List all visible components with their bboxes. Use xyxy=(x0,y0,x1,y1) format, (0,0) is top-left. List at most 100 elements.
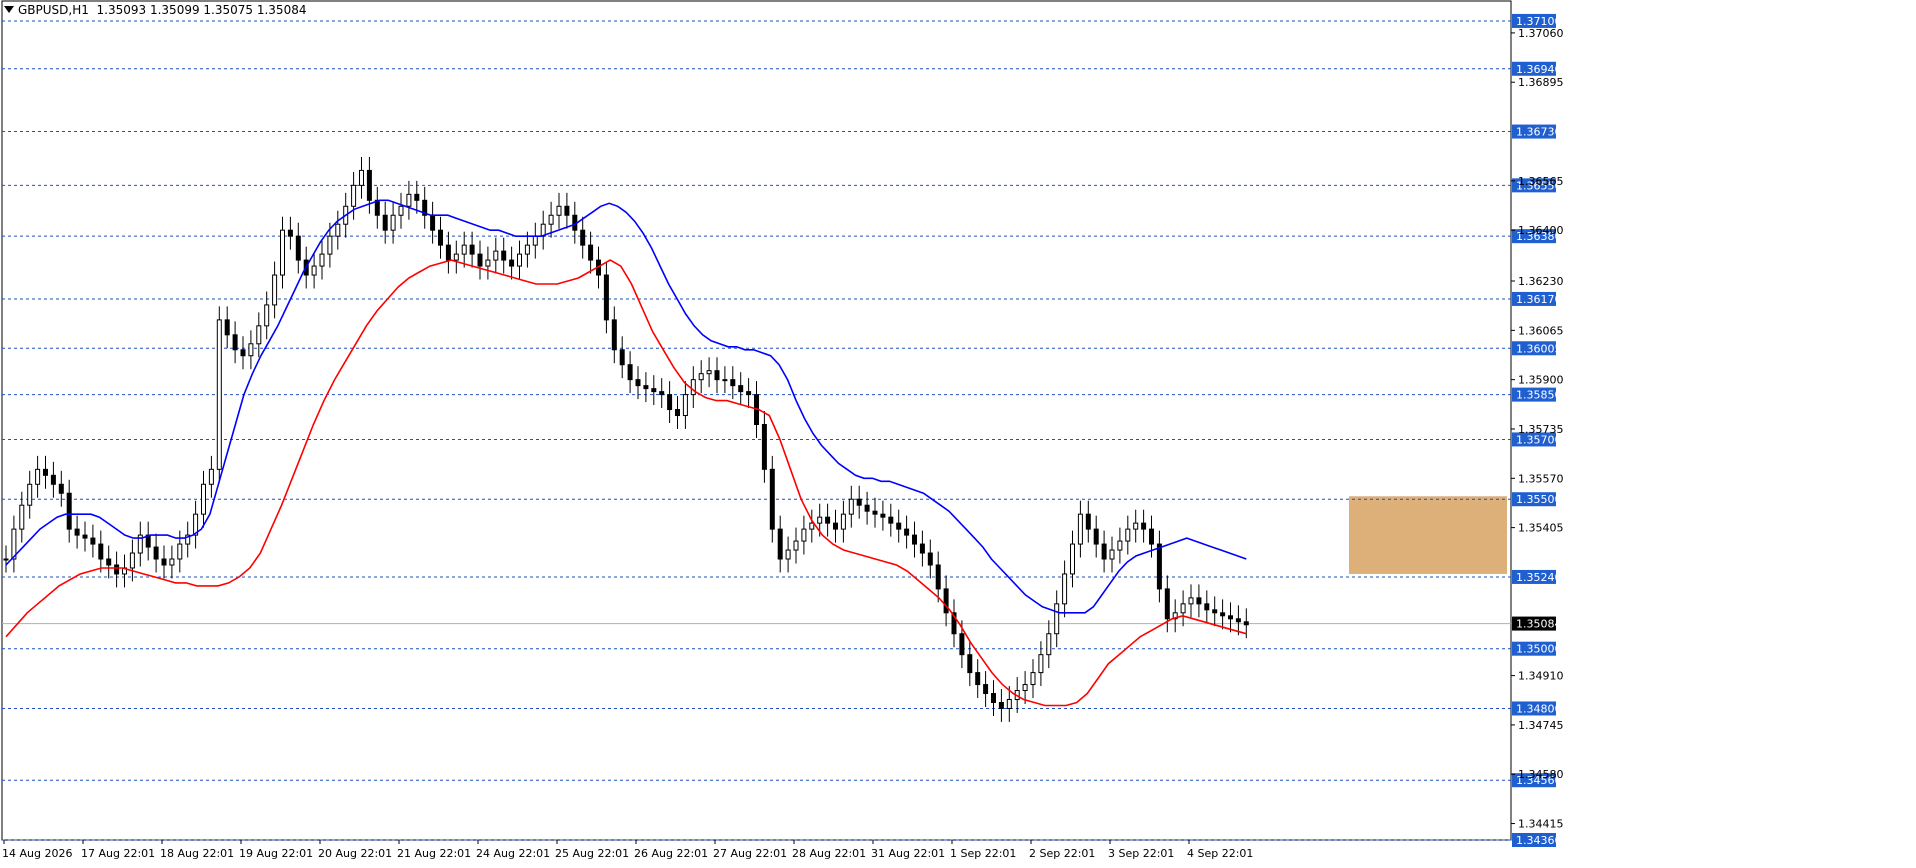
candle-body xyxy=(1046,633,1052,656)
candle-body xyxy=(280,229,285,276)
candle-body xyxy=(3,558,9,561)
candle-body xyxy=(1156,543,1162,590)
price-chart[interactable]: 1.371001.369401.367301.365501.363801.361… xyxy=(0,0,1916,868)
candle-body xyxy=(1109,549,1115,560)
candle-body xyxy=(1180,603,1186,614)
candle-body xyxy=(1133,522,1139,530)
y-tick-label: 1.35735 xyxy=(1518,423,1564,436)
candle-body xyxy=(390,214,396,231)
candle-body xyxy=(1196,597,1202,605)
candle-body xyxy=(524,244,530,255)
candle-body xyxy=(430,214,436,231)
candle-body xyxy=(43,468,48,476)
current-price-label: 1.35084 xyxy=(1516,618,1562,631)
candle-body xyxy=(398,205,404,216)
candle-body xyxy=(580,229,586,246)
y-tick-label: 1.37060 xyxy=(1518,27,1564,40)
candle-body xyxy=(66,492,72,530)
level-label: 1.34800 xyxy=(1516,702,1562,715)
y-tick-label: 1.34580 xyxy=(1518,768,1564,781)
y-tick-label: 1.36230 xyxy=(1518,275,1564,288)
candle-body xyxy=(374,199,380,216)
y-tick-label: 1.36065 xyxy=(1518,324,1564,337)
ma-fast-line xyxy=(5,199,1247,614)
candle-body xyxy=(1038,654,1044,674)
level-label: 1.35500 xyxy=(1516,493,1562,506)
candle-body xyxy=(366,169,372,201)
candle-body xyxy=(912,534,917,545)
y-tick-label: 1.35405 xyxy=(1518,522,1564,535)
candle-body xyxy=(722,379,728,382)
x-tick-label: 31 Aug 22:01 xyxy=(871,847,945,860)
candle-body xyxy=(35,468,41,485)
candle-body xyxy=(1220,612,1226,617)
candle-body xyxy=(1204,603,1210,611)
candle-body xyxy=(856,498,862,506)
candle-body xyxy=(564,205,570,216)
candle-body xyxy=(1093,528,1099,545)
candle-body xyxy=(1101,543,1107,560)
candle-body xyxy=(453,253,459,261)
candle-body xyxy=(1188,597,1194,605)
candle-body xyxy=(864,504,870,512)
candle-body xyxy=(603,274,609,321)
candle-body xyxy=(643,385,649,390)
candle-body xyxy=(690,379,696,396)
candle-body xyxy=(1212,609,1218,614)
candle-body xyxy=(240,349,246,357)
level-label: 1.36170 xyxy=(1516,293,1562,306)
supply-zone xyxy=(1349,496,1507,574)
candle-body xyxy=(975,672,981,686)
candle-body xyxy=(517,253,522,267)
candle-body xyxy=(998,701,1004,709)
candle-body xyxy=(532,235,538,246)
level-label: 1.34360 xyxy=(1516,834,1562,847)
candle-body xyxy=(27,483,33,506)
candle-body xyxy=(359,169,364,186)
candle-body xyxy=(627,364,633,381)
candle-body xyxy=(445,244,451,261)
chart-area[interactable]: GBPUSD,H1 1.35093 1.35099 1.35075 1.3508… xyxy=(0,0,1916,868)
x-tick-label: 27 Aug 22:01 xyxy=(713,847,787,860)
candle-body xyxy=(493,250,499,261)
candle-body xyxy=(248,343,254,357)
candle-body xyxy=(461,244,467,255)
candle-body xyxy=(1022,684,1028,692)
candle-body xyxy=(793,540,799,551)
y-tick-label: 1.36400 xyxy=(1518,224,1564,237)
candle-body xyxy=(169,558,175,566)
candle-body xyxy=(904,528,910,536)
candle-body xyxy=(106,558,112,566)
candle-body xyxy=(1149,528,1154,545)
candle-body xyxy=(1054,603,1060,635)
y-tick-label: 1.36565 xyxy=(1518,175,1564,188)
candle-body xyxy=(833,522,838,530)
candle-body xyxy=(382,214,388,231)
level-label: 1.35850 xyxy=(1516,389,1562,402)
candle-body xyxy=(991,693,996,703)
candle-body xyxy=(840,513,846,530)
candle-body xyxy=(919,543,925,554)
candle-body xyxy=(927,552,933,566)
candle-body xyxy=(469,244,475,255)
candle-body xyxy=(161,558,167,566)
y-tick-label: 1.36895 xyxy=(1518,76,1564,89)
candle-body xyxy=(769,468,775,530)
candle-body xyxy=(1235,618,1241,623)
x-tick-label: 26 Aug 22:01 xyxy=(634,847,708,860)
candle-body xyxy=(635,379,641,387)
candle-body xyxy=(809,522,815,530)
candle-body xyxy=(983,684,989,695)
candle-body xyxy=(738,385,744,393)
candle-body xyxy=(777,528,783,560)
x-tick-label: 17 Aug 22:01 xyxy=(81,847,155,860)
candle-body xyxy=(82,534,88,539)
candle-body xyxy=(698,373,704,381)
x-tick-label: 18 Aug 22:01 xyxy=(160,847,234,860)
candle-body xyxy=(351,184,357,207)
candle-body xyxy=(651,388,657,393)
y-tick-label: 1.34415 xyxy=(1518,818,1564,831)
candle-body xyxy=(256,325,262,345)
candle-body xyxy=(935,564,941,590)
candle-body xyxy=(114,564,120,575)
